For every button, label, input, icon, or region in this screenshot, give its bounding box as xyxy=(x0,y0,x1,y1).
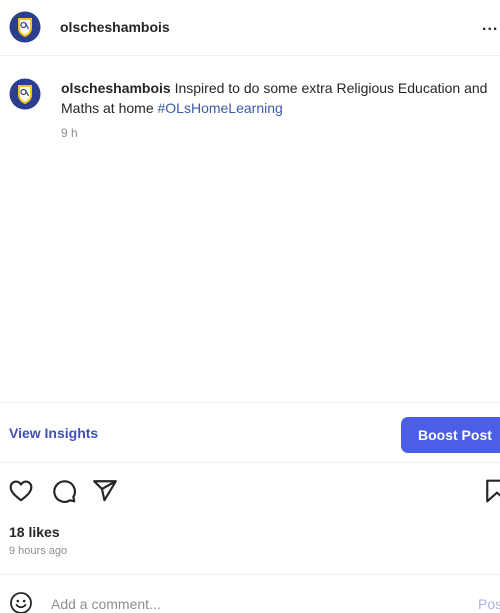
caption-username[interactable]: olscheshambois xyxy=(61,80,171,96)
insights-bar: View Insights Boost Post xyxy=(0,402,500,463)
comment-input[interactable]: Add a comment... xyxy=(51,596,161,612)
bookmark-icon[interactable] xyxy=(484,478,500,504)
caption-timestamp: 9 h xyxy=(61,126,78,140)
share-icon[interactable] xyxy=(92,478,118,504)
caption-avatar[interactable] xyxy=(9,78,41,110)
post-comment-button[interactable]: Post xyxy=(478,596,500,612)
post-header: olscheshambois ... xyxy=(0,0,500,56)
boost-post-button[interactable]: Boost Post xyxy=(401,417,500,453)
caption-hashtag[interactable]: #OLsHomeLearning xyxy=(158,100,283,116)
more-options-icon[interactable]: ... xyxy=(482,17,498,35)
caption-text: olscheshambois Inspired to do some extra… xyxy=(61,78,500,118)
heart-icon[interactable] xyxy=(8,478,34,504)
post-time-ago: 9 hours ago xyxy=(9,545,68,557)
header-username[interactable]: olscheshambois xyxy=(60,19,170,35)
emoji-icon[interactable] xyxy=(9,591,33,613)
comment-bar: Add a comment... Post xyxy=(0,574,500,613)
likes-count[interactable]: 18 likes xyxy=(9,524,60,540)
comment-icon[interactable] xyxy=(51,478,77,504)
profile-avatar[interactable] xyxy=(9,11,41,43)
view-insights-link[interactable]: View Insights xyxy=(9,425,98,441)
action-bar xyxy=(0,472,500,512)
